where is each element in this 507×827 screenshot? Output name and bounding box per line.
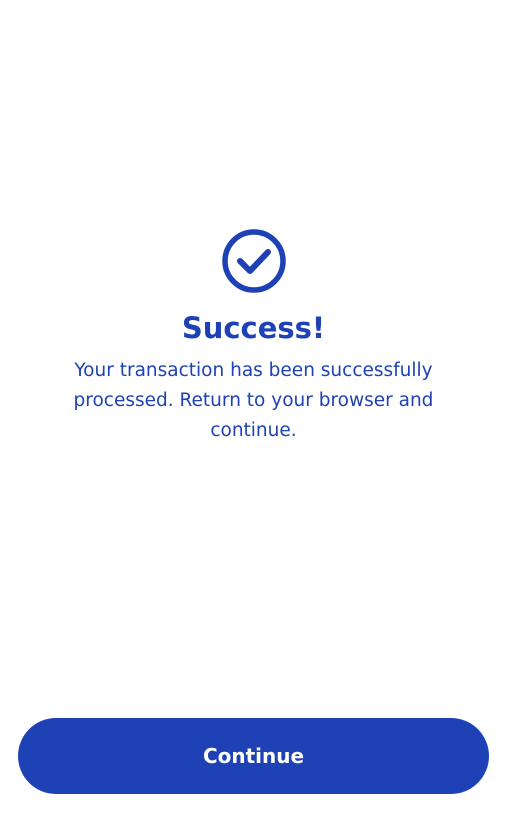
continue-button[interactable]: Continue: [18, 718, 489, 794]
success-title: Success!: [181, 311, 326, 345]
success-panel: Success! Your transaction has been succe…: [0, 228, 507, 446]
check-circle-icon: [221, 229, 286, 293]
success-message: Your transaction has been successfully p…: [73, 360, 434, 441]
